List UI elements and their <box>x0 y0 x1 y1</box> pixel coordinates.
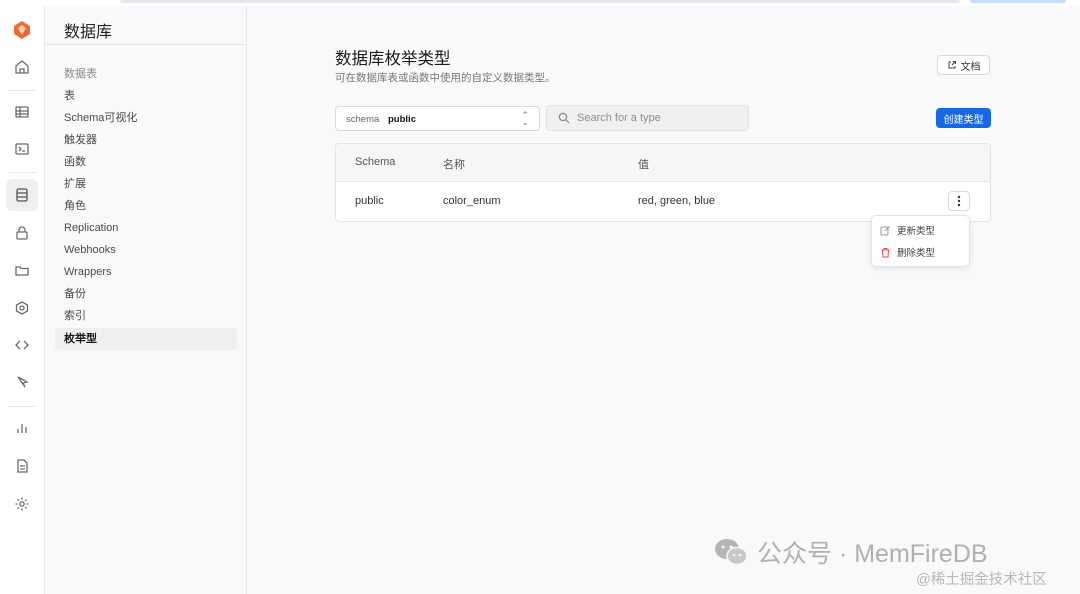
sidebar-item-extensions[interactable]: 扩展 <box>55 173 237 195</box>
column-header-name: 名称 <box>443 159 465 171</box>
type-search[interactable] <box>546 105 749 131</box>
menu-item-delete-type-label: 删除类型 <box>897 248 936 259</box>
wechat-icon <box>715 539 748 566</box>
table-header <box>336 144 990 182</box>
row-actions-menu: 更新类型 删除类型 <box>871 215 970 267</box>
icon-rail <box>0 6 45 594</box>
sidebar-item-webhooks[interactable]: Webhooks <box>55 239 237 261</box>
edit-icon <box>880 225 890 235</box>
logo-icon[interactable] <box>6 14 38 46</box>
sidebar-item-functions[interactable]: 函数 <box>55 151 237 173</box>
docs-button-label: 文档 <box>960 61 981 73</box>
sidebar-item-enumerated-types[interactable]: 枚举型 <box>55 328 237 350</box>
storage-icon[interactable] <box>6 254 38 286</box>
schema-select[interactable]: schema public ⌃ ⌄ <box>335 106 540 131</box>
table-editor-icon[interactable] <box>6 96 38 128</box>
sidebar-title: 数据库 <box>64 24 113 41</box>
logs-icon[interactable] <box>6 450 38 482</box>
menu-item-delete-type[interactable]: 删除类型 <box>880 243 935 261</box>
sidebar: 数据库 数据表 表 Schema可视化 触发器 函数 扩展 角色 Replica… <box>45 6 247 594</box>
search-input[interactable] <box>577 110 742 126</box>
chevron-up-down-icon: ⌃ ⌄ <box>521 110 529 127</box>
external-link-icon <box>948 61 956 69</box>
sidebar-item-roles[interactable]: 角色 <box>55 195 237 217</box>
cell-name: color_enum <box>443 195 501 207</box>
menu-item-update-type[interactable]: 更新类型 <box>880 221 935 239</box>
search-icon <box>558 112 570 124</box>
cell-values: red, green, blue <box>638 195 716 207</box>
row-actions-button[interactable] <box>948 191 970 211</box>
sidebar-item-wrappers[interactable]: Wrappers <box>55 261 237 283</box>
sql-editor-icon[interactable] <box>6 133 38 165</box>
watermark-credit: @稀土掘金技术社区 <box>916 572 1047 588</box>
sidebar-item-backups[interactable]: 备份 <box>55 283 237 305</box>
page-subtitle: 可在数据库表或函数中使用的自定义数据类型。 <box>335 72 556 84</box>
create-type-button[interactable]: 创建类型 <box>936 108 991 128</box>
watermark-text: 公众号 · MemFireDB <box>757 540 988 568</box>
column-header-schema: Schema <box>355 156 396 168</box>
column-header-values: 值 <box>638 159 649 171</box>
sidebar-item-triggers[interactable]: 触发器 <box>55 129 237 151</box>
sidebar-item-replication[interactable]: Replication <box>55 217 237 239</box>
reports-icon[interactable] <box>6 412 38 444</box>
api-icon[interactable] <box>6 329 38 361</box>
edge-functions-icon[interactable] <box>6 292 38 324</box>
database-icon[interactable] <box>6 179 38 211</box>
sidebar-item-tables[interactable]: 表 <box>55 85 237 107</box>
watermark: 公众号 · MemFireDB <box>713 534 988 570</box>
top-bar-search-strip <box>120 0 960 3</box>
sidebar-item-indexes[interactable]: 索引 <box>55 305 237 327</box>
home-icon[interactable] <box>6 51 38 83</box>
settings-icon[interactable] <box>6 488 38 520</box>
auth-icon[interactable] <box>6 217 38 249</box>
top-bar-button-strip[interactable] <box>970 0 1066 3</box>
sidebar-item-schema-visualizer[interactable]: Schema可视化 <box>55 107 237 129</box>
schema-select-label: schema <box>346 114 380 125</box>
menu-item-update-type-label: 更新类型 <box>897 226 936 237</box>
cell-schema: public <box>355 195 384 207</box>
sidebar-divider <box>45 44 246 45</box>
page-title: 数据库枚举类型 <box>335 50 451 68</box>
enum-types-table: Schema 名称 值 public color_enum red, green… <box>335 143 991 222</box>
trash-icon <box>881 247 890 257</box>
docs-button[interactable]: 文档 <box>937 55 990 75</box>
realtime-icon[interactable] <box>6 366 38 398</box>
schema-select-value: public <box>388 114 416 125</box>
sidebar-group-label: 数据表 <box>64 68 97 80</box>
more-vertical-icon <box>957 195 961 207</box>
